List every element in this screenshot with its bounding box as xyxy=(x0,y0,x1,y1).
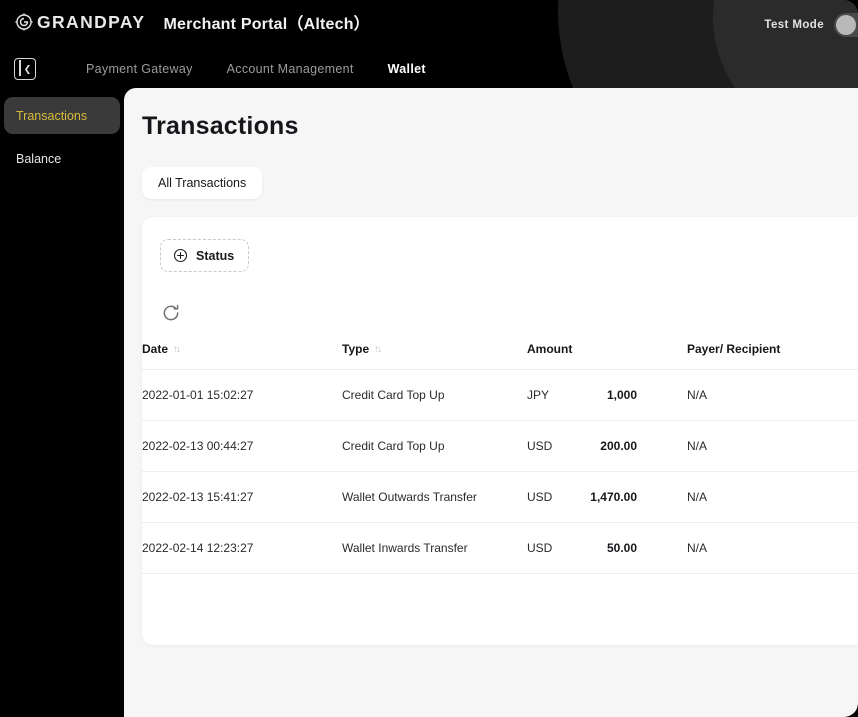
status-filter-label: Status xyxy=(196,248,235,263)
nav-item-account-management[interactable]: Account Management xyxy=(227,62,354,76)
cell-type: Wallet Inwards Transfer xyxy=(342,522,527,574)
cell-date: 2022-02-13 15:41:27 xyxy=(142,471,342,523)
cell-payer-recipient: N/A xyxy=(687,420,858,472)
main-nav: ❮ Payment Gateway Account Management Wal… xyxy=(0,50,858,88)
top-bar: GRANDPAY Merchant Portal（Altech） Test Mo… xyxy=(0,0,858,88)
nav-item-payment-gateway[interactable]: Payment Gateway xyxy=(86,62,193,76)
cell-type: Credit Card Top Up xyxy=(342,369,527,421)
column-header-type[interactable]: Type ↑↓ xyxy=(342,342,527,370)
cell-payer-recipient: N/A xyxy=(687,369,858,421)
tab-strip: All Transactions xyxy=(142,167,858,199)
test-mode-label: Test Mode xyxy=(764,19,824,31)
cell-amount-value: 200.00 xyxy=(600,439,637,453)
transactions-table: Date ↑↓ Type ↑↓ Amount Payer/ Recipient 20… xyxy=(142,342,858,574)
sidebar-item-balance[interactable]: Balance xyxy=(4,140,120,177)
page-title: Transactions xyxy=(142,112,299,140)
toggle-knob xyxy=(836,15,856,35)
sidebar-collapse-icon[interactable]: ❮ xyxy=(14,58,36,80)
column-header-payer-recipient: Payer/ Recipient xyxy=(687,342,858,370)
sidebar: Transactions Balance xyxy=(0,88,124,717)
nav-item-wallet[interactable]: Wallet xyxy=(388,62,426,76)
cell-date: 2022-02-13 00:44:27 xyxy=(142,420,342,472)
cell-amount: USD 200.00 xyxy=(527,420,687,472)
cell-date: 2022-02-14 12:23:27 xyxy=(142,522,342,574)
sidebar-item-transactions[interactable]: Transactions xyxy=(4,97,120,134)
tab-all-transactions[interactable]: All Transactions xyxy=(142,167,263,199)
cell-payer-recipient: N/A xyxy=(687,522,858,574)
cell-currency: USD xyxy=(527,541,553,555)
cell-amount: USD 1,470.00 xyxy=(527,471,687,523)
table-row[interactable]: 2022-02-13 15:41:27 Wallet Outwards Tran… xyxy=(142,471,858,523)
table-header-row: Date ↑↓ Type ↑↓ Amount Payer/ Recipient xyxy=(142,342,858,370)
cell-type: Credit Card Top Up xyxy=(342,420,527,472)
brand-logo-text: GRANDPAY xyxy=(37,11,146,32)
column-header-date[interactable]: Date ↑↓ xyxy=(142,342,342,370)
cell-currency: JPY xyxy=(527,388,550,402)
brand-row: GRANDPAY Merchant Portal（Altech） xyxy=(14,10,370,34)
column-header-date-label: Date xyxy=(142,342,169,356)
cell-date: 2022-01-01 15:02:27 xyxy=(142,369,342,421)
table-row[interactable]: 2022-02-14 12:23:27 Wallet Inwards Trans… xyxy=(142,522,858,574)
cell-amount-value: 1,000 xyxy=(606,388,637,402)
table-row[interactable]: 2022-02-13 00:44:27 Credit Card Top Up U… xyxy=(142,420,858,472)
main-content: Transactions All Transactions Status Dat… xyxy=(124,88,858,717)
sort-updown-icon-type[interactable]: ↑↓ xyxy=(374,344,382,355)
cell-currency: USD xyxy=(527,439,553,453)
cell-amount-value: 50.00 xyxy=(606,541,637,555)
brand-logo[interactable]: GRANDPAY xyxy=(14,12,145,33)
cell-amount-value: 1,470.00 xyxy=(590,490,637,504)
table-head: Date ↑↓ Type ↑↓ Amount Payer/ Recipient xyxy=(142,342,858,370)
cell-type: Wallet Outwards Transfer xyxy=(342,471,527,523)
nav-items: Payment Gateway Account Management Walle… xyxy=(86,62,426,76)
table-body: 2022-01-01 15:02:27 Credit Card Top Up J… xyxy=(142,369,858,574)
table-row[interactable]: 2022-01-01 15:02:27 Credit Card Top Up J… xyxy=(142,369,858,421)
test-mode-control[interactable]: Test Mode xyxy=(764,13,858,37)
plus-circle-icon xyxy=(173,248,188,263)
sort-updown-icon-date[interactable]: ↑↓ xyxy=(173,344,181,355)
portal-title: Merchant Portal（Altech） xyxy=(163,16,370,33)
cell-amount: JPY 1,000 xyxy=(527,369,687,421)
grandpay-circle-logo-icon xyxy=(15,13,33,31)
chevron-left-icon: ❮ xyxy=(23,63,32,74)
cell-amount: USD 50.00 xyxy=(527,522,687,574)
status-filter-button[interactable]: Status xyxy=(160,239,250,272)
refresh-row xyxy=(142,272,858,328)
refresh-icon[interactable] xyxy=(160,302,182,324)
app-window: GRANDPAY Merchant Portal（Altech） Test Mo… xyxy=(0,0,858,717)
transactions-card: Status Date ↑↓ Type ↑↓ Amount Payer/ Rec… xyxy=(142,217,858,645)
column-header-amount: Amount xyxy=(527,342,687,370)
test-mode-toggle[interactable] xyxy=(834,13,858,37)
column-header-type-label: Type xyxy=(342,342,370,356)
refresh-arrow-icon xyxy=(163,304,179,321)
cell-payer-recipient: N/A xyxy=(687,471,858,523)
filter-bar: Status xyxy=(142,239,858,272)
cell-currency: USD xyxy=(527,490,553,504)
